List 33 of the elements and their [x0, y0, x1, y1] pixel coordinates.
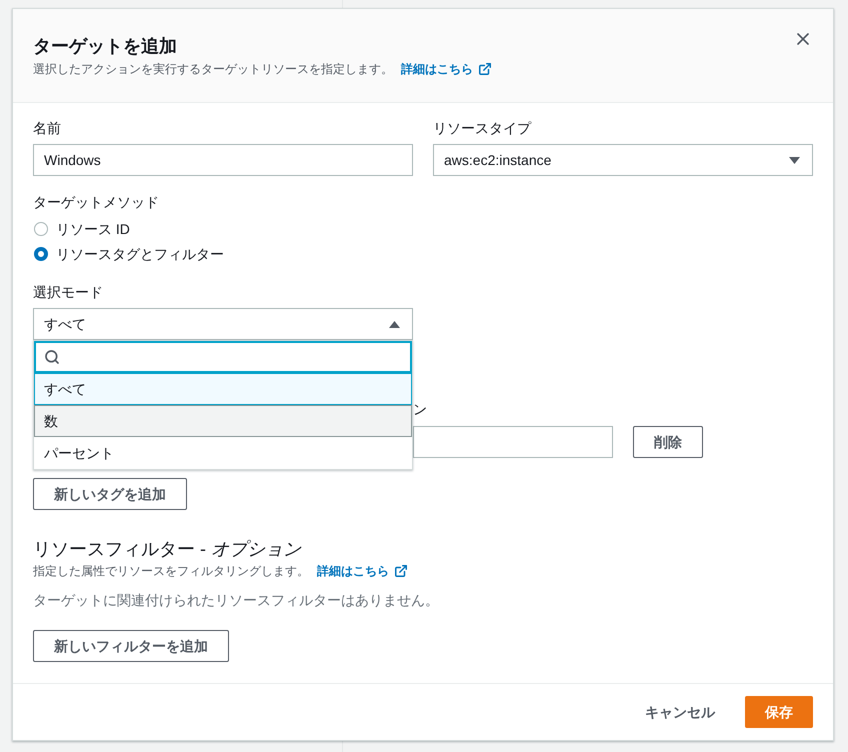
- value-input[interactable]: [413, 426, 613, 458]
- cancel-button[interactable]: キャンセル: [625, 696, 735, 728]
- external-link-icon: [478, 62, 492, 76]
- section-description: 指定した属性でリソースをフィルタリングします。: [33, 563, 309, 579]
- external-link-icon: [394, 564, 408, 578]
- field-label: 名前: [33, 119, 62, 138]
- search-field[interactable]: [34, 341, 412, 373]
- caret-icon: [389, 320, 400, 328]
- radio-button[interactable]: [34, 247, 48, 261]
- field-label: リソースタイプ: [433, 119, 532, 138]
- field-label: ン: [413, 400, 428, 419]
- dropdown-option[interactable]: すべて: [34, 373, 412, 405]
- dropdown-option[interactable]: パーセント: [34, 437, 412, 469]
- name-input[interactable]: Windows: [33, 144, 413, 176]
- dropdown-option[interactable]: 数: [34, 405, 412, 437]
- field-label: ターゲットメソッド: [33, 193, 160, 212]
- radio-label: リソースタグとフィルター: [56, 245, 224, 264]
- delete-button[interactable]: 削除: [633, 426, 703, 458]
- radio-button[interactable]: [34, 222, 48, 236]
- search-icon: [44, 349, 60, 365]
- empty-message: ターゲットに関連付けられたリソースフィルターはありません。: [33, 591, 439, 610]
- caret-icon: [789, 156, 800, 164]
- add-tag-button[interactable]: 新しいタグを追加: [33, 478, 187, 510]
- section-heading: リソースフィルター - オプション: [33, 538, 301, 561]
- select-field[interactable]: すべて: [33, 308, 413, 340]
- learn-more-link[interactable]: 詳細はこちら: [401, 61, 492, 77]
- add-filter-button[interactable]: 新しいフィルターを追加: [33, 630, 229, 662]
- learn-more-link[interactable]: 詳細はこちら: [317, 563, 408, 579]
- radio-label: リソース ID: [56, 220, 130, 239]
- select-field[interactable]: aws:ec2:instance: [433, 144, 813, 176]
- dialog-description: 選択したアクションを実行するターゲットリソースを指定します。: [33, 61, 393, 77]
- field-label: 選択モード: [33, 283, 104, 302]
- dialog-title: ターゲットを追加: [33, 35, 177, 57]
